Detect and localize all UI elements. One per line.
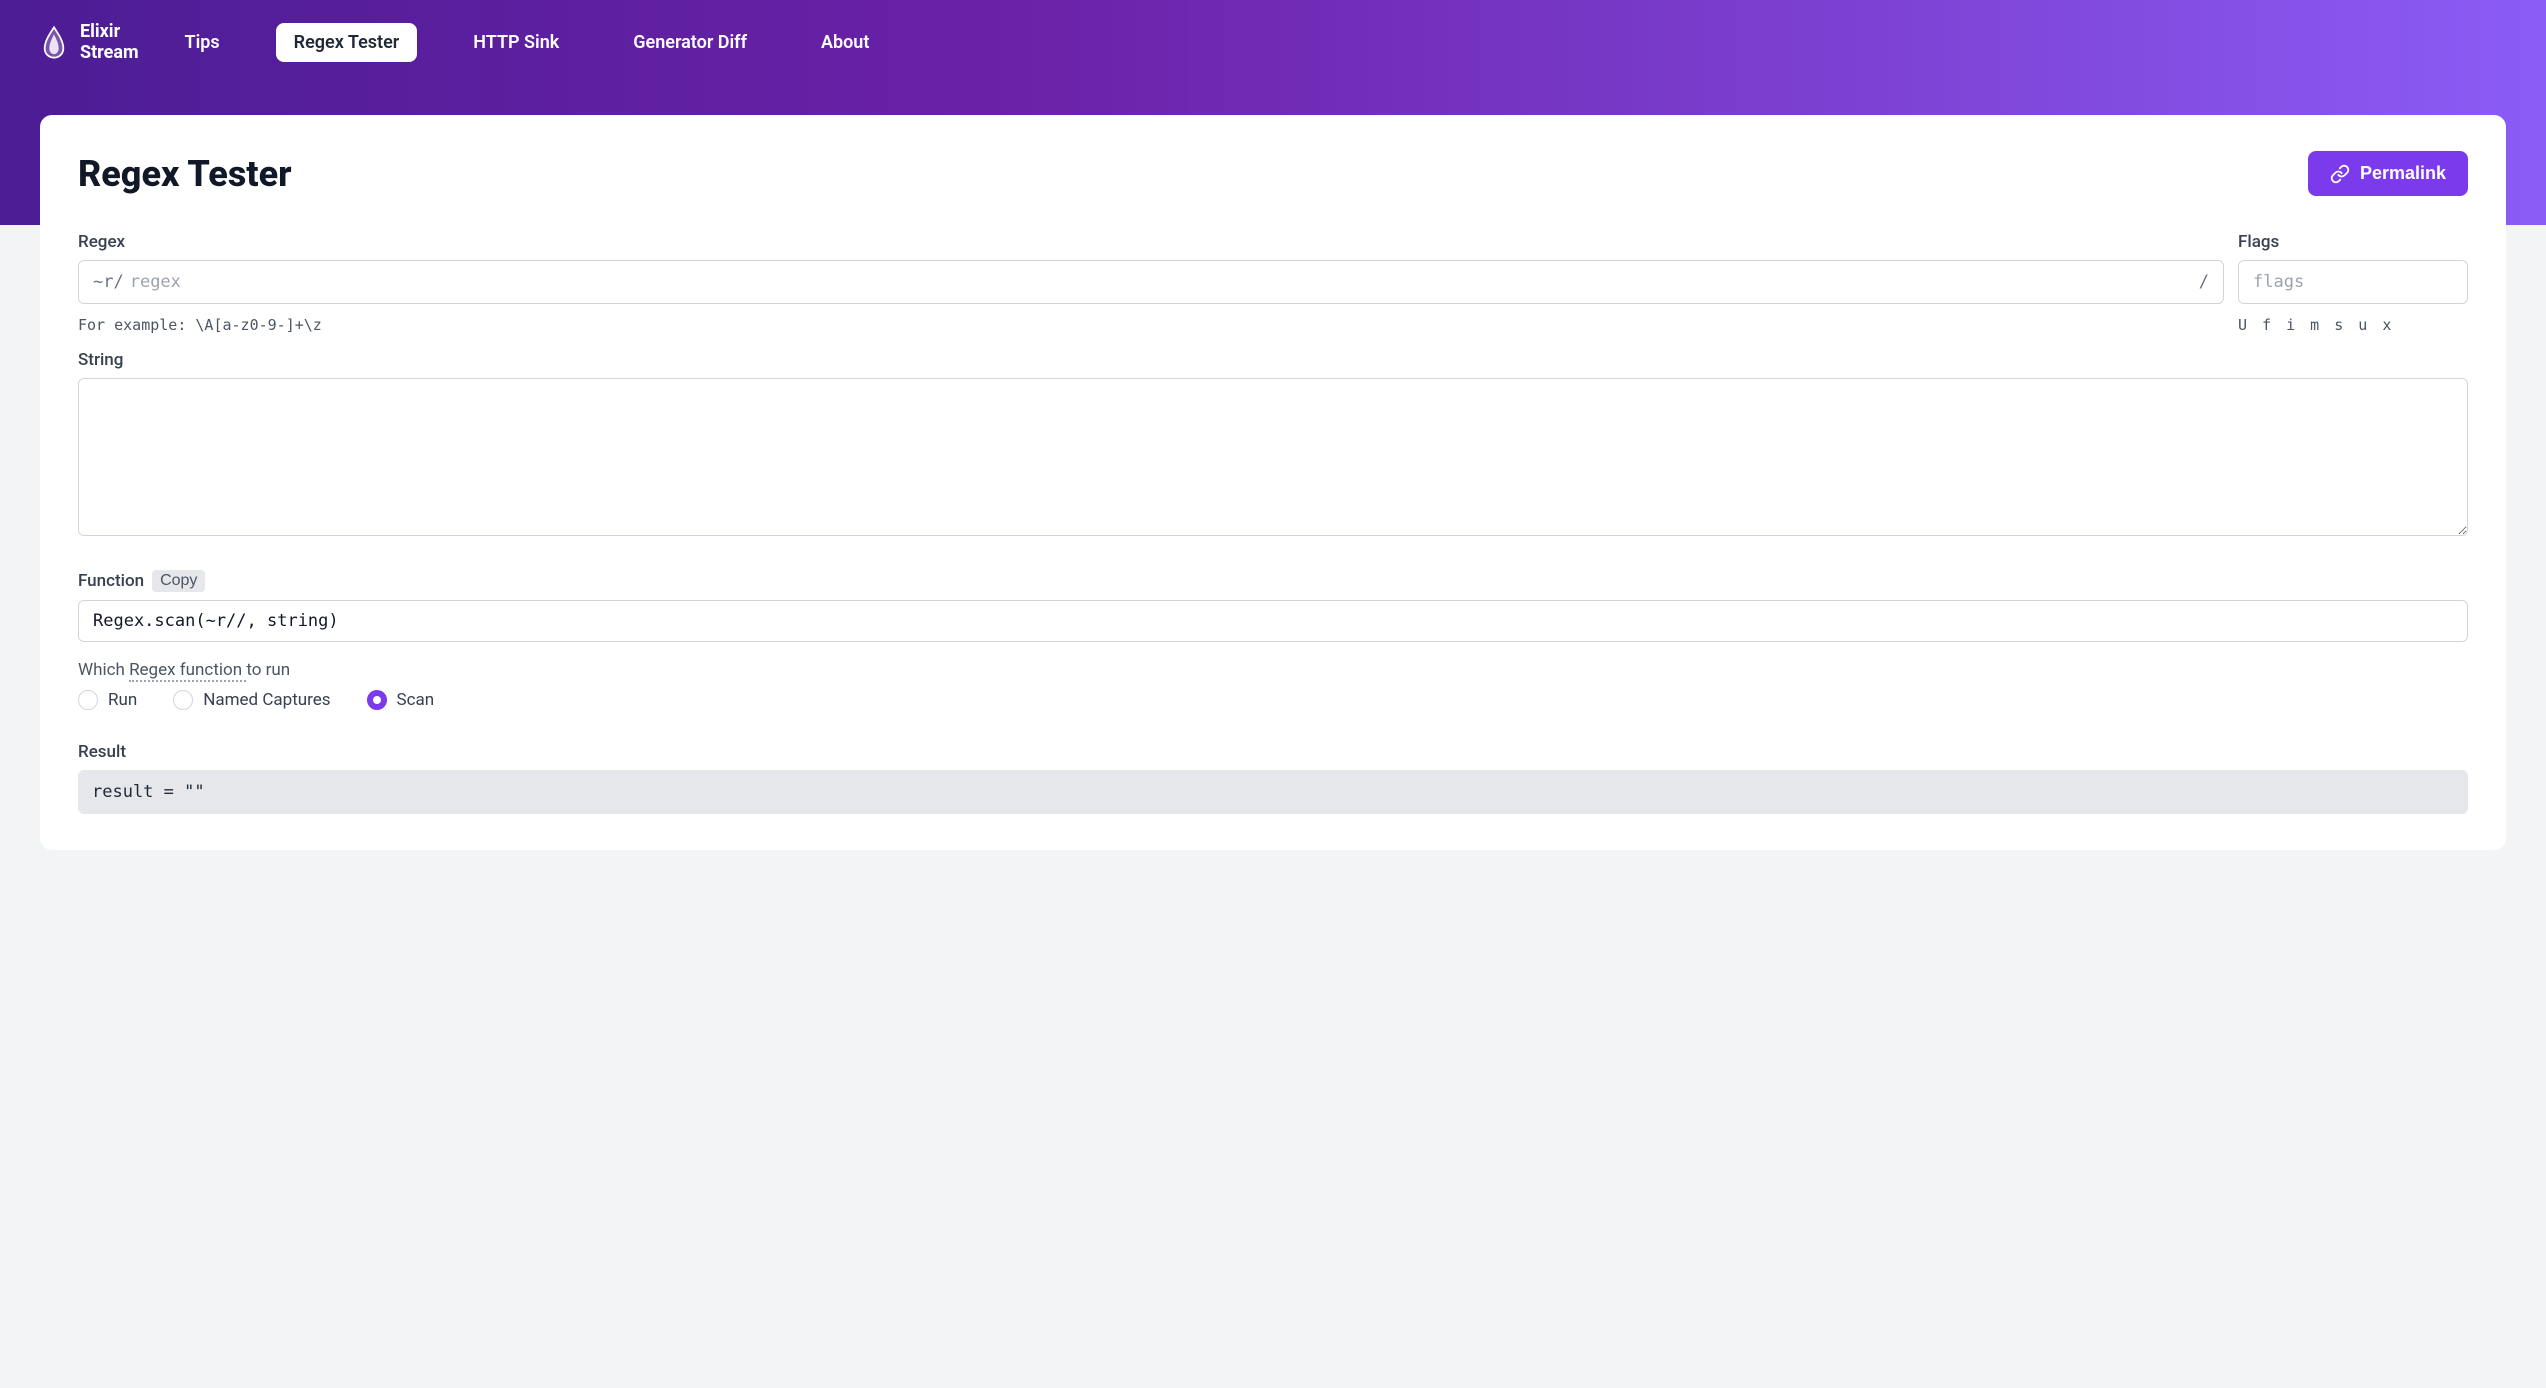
- page-title: Regex Tester: [78, 153, 292, 195]
- nav-http-sink[interactable]: HTTP Sink: [455, 23, 577, 62]
- result-display: result = "": [78, 770, 2468, 814]
- regex-function-link[interactable]: Regex function: [129, 660, 246, 682]
- radio-icon: [367, 690, 387, 710]
- copy-button[interactable]: Copy: [152, 570, 205, 592]
- radio-label: Run: [108, 690, 137, 710]
- brand-logo[interactable]: Elixir Stream: [40, 22, 139, 63]
- which-function-text: Which Regex function to run: [78, 660, 2468, 680]
- flags-hint: U f i m s u x: [2238, 316, 2468, 334]
- nav-tips[interactable]: Tips: [167, 23, 238, 62]
- radio-label: Scan: [397, 690, 435, 710]
- regex-prefix: ~r/: [93, 272, 124, 292]
- radio-label: Named Captures: [203, 690, 330, 710]
- radio-icon: [78, 690, 98, 710]
- regex-suffix: /: [2199, 272, 2209, 292]
- function-display: Regex.scan(~r//, string): [78, 600, 2468, 642]
- radio-run[interactable]: Run: [78, 690, 137, 710]
- radio-icon: [173, 690, 193, 710]
- nav-about[interactable]: About: [803, 23, 887, 62]
- regex-input[interactable]: [124, 272, 2199, 292]
- nav-generator-diff[interactable]: Generator Diff: [615, 23, 765, 62]
- nav-regex-tester[interactable]: Regex Tester: [276, 23, 418, 62]
- permalink-button[interactable]: Permalink: [2308, 151, 2468, 196]
- primary-nav: Tips Regex Tester HTTP Sink Generator Di…: [167, 23, 888, 62]
- flags-input[interactable]: [2238, 260, 2468, 304]
- link-icon: [2330, 164, 2350, 184]
- brand-name: Elixir Stream: [80, 22, 139, 63]
- function-label: Function: [78, 571, 144, 591]
- string-label: String: [78, 350, 2468, 370]
- elixir-drop-icon: [40, 26, 68, 60]
- radio-scan[interactable]: Scan: [367, 690, 435, 710]
- radio-named-captures[interactable]: Named Captures: [173, 690, 330, 710]
- flags-label: Flags: [2238, 232, 2468, 252]
- regex-label: Regex: [78, 232, 2224, 252]
- regex-hint: For example: \A[a-z0-9-]+\z: [78, 316, 2224, 334]
- regex-input-wrapper[interactable]: ~r/ /: [78, 260, 2224, 304]
- string-textarea[interactable]: [78, 378, 2468, 536]
- result-label: Result: [78, 742, 2468, 762]
